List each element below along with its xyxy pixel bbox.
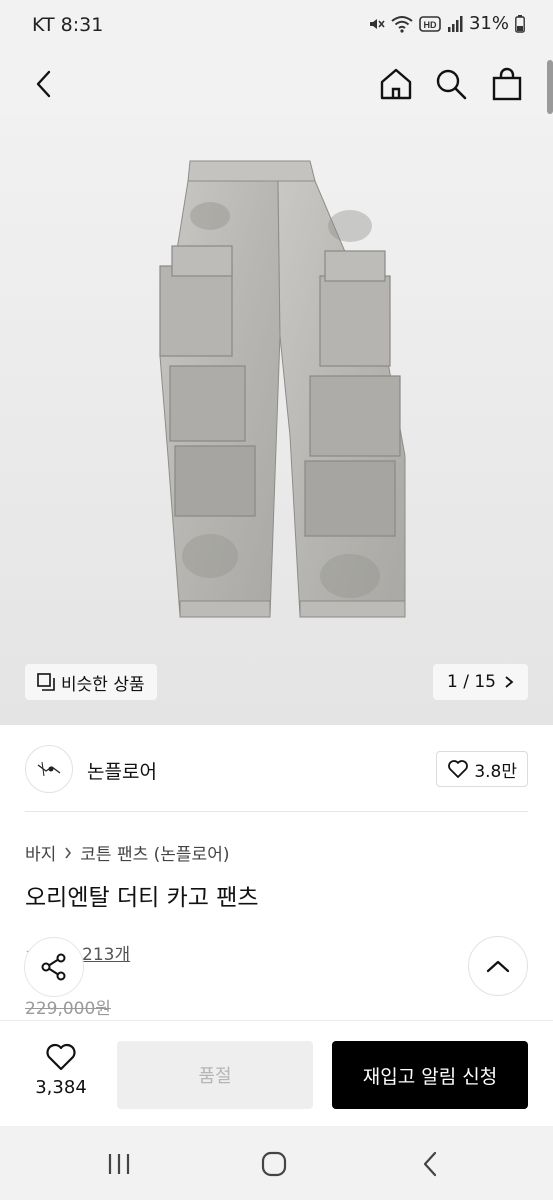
home-button[interactable] xyxy=(376,64,416,104)
back-system-button[interactable] xyxy=(410,1148,450,1180)
back-button[interactable] xyxy=(24,64,64,104)
wifi-icon xyxy=(391,15,413,33)
share-button[interactable] xyxy=(24,937,84,997)
product-image-carousel[interactable]: 비슷한 상품 1 / 15 xyxy=(0,116,553,725)
search-button[interactable] xyxy=(431,64,471,104)
scroll-top-button[interactable] xyxy=(468,936,528,996)
brand-name[interactable]: 논플로어 xyxy=(87,757,157,784)
original-price: 229,000원 xyxy=(25,999,111,1019)
breadcrumb-item-category[interactable]: 바지 xyxy=(25,840,56,865)
signal-icon xyxy=(447,15,463,32)
carrier-time: KT 8:31 xyxy=(32,14,104,36)
scrollbar-thumb[interactable] xyxy=(547,60,553,114)
chevron-right-icon xyxy=(65,847,72,858)
image-page-indicator[interactable]: 1 / 15 xyxy=(433,664,528,700)
brand-like-button[interactable]: 3.8만 xyxy=(436,751,528,787)
cart-button[interactable] xyxy=(487,64,527,104)
heart-icon xyxy=(46,1043,76,1071)
wish-button[interactable]: 3,384 xyxy=(25,1043,97,1098)
home-icon xyxy=(380,68,412,100)
share-icon xyxy=(41,953,66,981)
similar-products-label: 비슷한 상품 xyxy=(61,674,145,695)
status-icons: HD 31% xyxy=(367,13,525,34)
chevron-right-icon xyxy=(505,676,514,688)
battery-percent: 31% xyxy=(468,13,509,34)
recent-apps-button[interactable] xyxy=(99,1148,139,1180)
soldout-button[interactable]: 품절 xyxy=(117,1041,313,1109)
home-circle-icon xyxy=(261,1151,287,1177)
back-icon xyxy=(36,70,51,98)
similar-icon xyxy=(37,673,55,691)
status-bar: KT 8:31 HD 31% xyxy=(0,0,553,52)
home-system-button[interactable] xyxy=(254,1148,294,1180)
breadcrumb: 바지 코튼 팬츠 (논플로어) xyxy=(25,840,229,865)
search-icon xyxy=(436,69,467,100)
divider xyxy=(25,811,528,812)
chevron-up-icon xyxy=(486,960,510,973)
back-icon xyxy=(423,1151,437,1177)
product-title: 오리엔탈 더티 카고 팬츠 xyxy=(25,885,259,911)
breadcrumb-item-subcategory[interactable]: 코튼 팬츠 (논플로어) xyxy=(80,840,229,865)
brand-like-count: 3.8만 xyxy=(474,761,517,782)
heart-icon xyxy=(448,760,469,778)
purchase-action-bar: 3,384 품절 재입고 알림 신청 xyxy=(0,1020,553,1126)
hd-icon: HD xyxy=(419,15,441,32)
battery-icon xyxy=(515,14,525,33)
brand-row: 논플로어 3.8만 xyxy=(0,725,553,813)
page-indicator-text: 1 / 15 xyxy=(447,672,496,692)
system-navigation-bar xyxy=(0,1126,553,1200)
similar-products-button[interactable]: 비슷한 상품 xyxy=(25,664,157,700)
brand-logo[interactable] xyxy=(25,745,73,793)
restock-alert-button[interactable]: 재입고 알림 신청 xyxy=(332,1041,528,1109)
svg-text:HD: HD xyxy=(423,20,436,30)
mute-icon xyxy=(369,18,385,29)
shopping-bag-icon xyxy=(492,67,522,101)
recent-apps-icon xyxy=(108,1154,130,1174)
top-navigation xyxy=(0,52,553,116)
brand-logo-icon xyxy=(37,761,61,777)
product-image-pants xyxy=(159,160,406,618)
wish-count: 3,384 xyxy=(35,1077,87,1098)
